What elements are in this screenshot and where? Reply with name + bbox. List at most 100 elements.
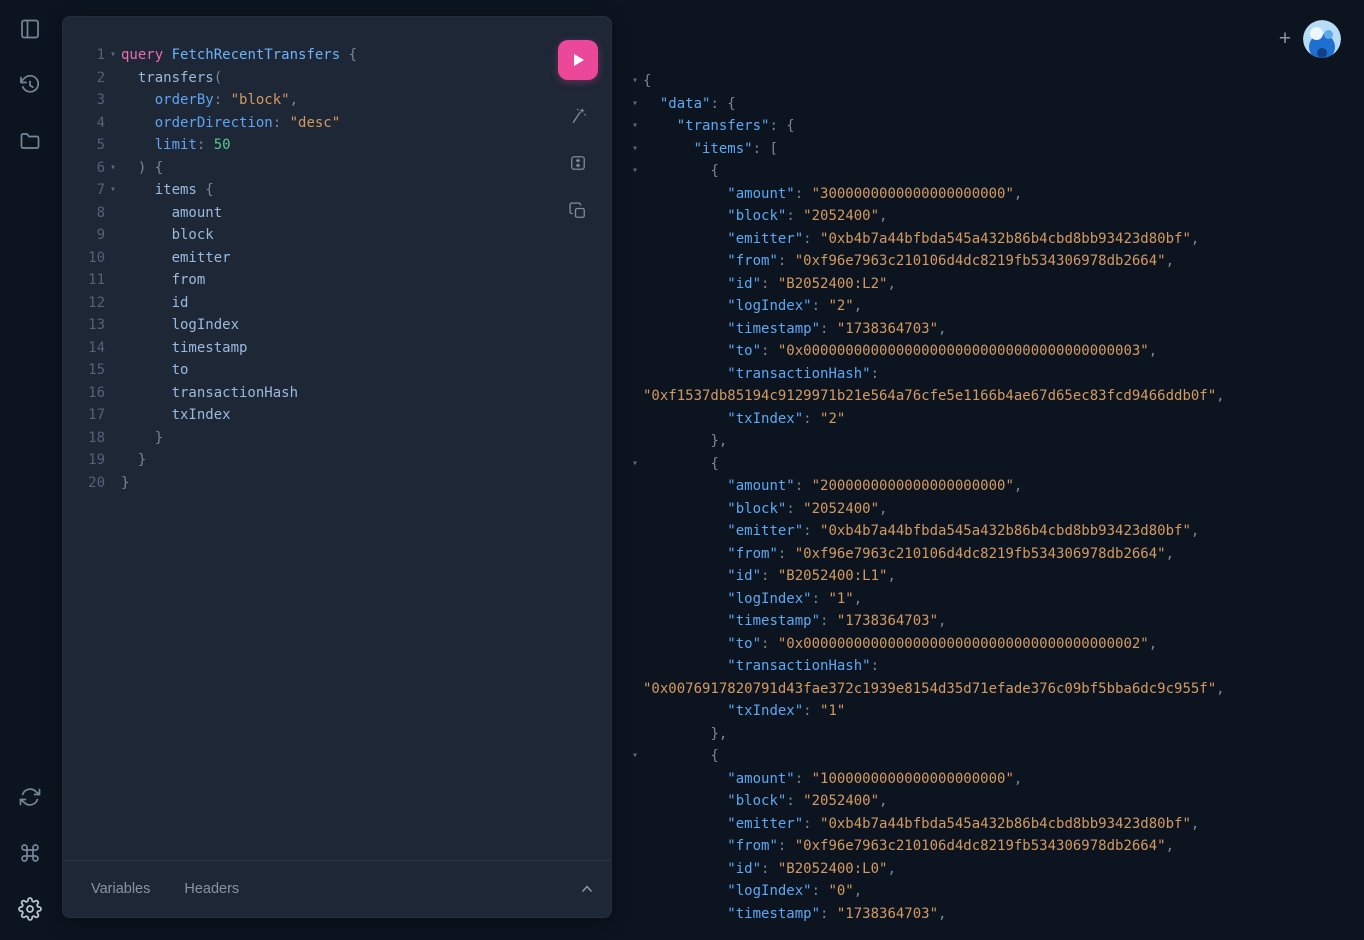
line-number: 12 bbox=[63, 292, 105, 315]
prettify-wand-icon[interactable] bbox=[568, 106, 588, 126]
response-line: "from": "0xf96e7963c210106d4dc8219fb5343… bbox=[614, 250, 1364, 273]
response-line: "emitter": "0xb4b7a44bfbda545a432b86b4cb… bbox=[614, 813, 1364, 836]
play-icon bbox=[570, 52, 586, 68]
docs-icon[interactable] bbox=[18, 17, 42, 41]
fold-caret-icon[interactable]: ▾ bbox=[105, 44, 121, 67]
fold-gutter bbox=[627, 610, 643, 633]
response-line: ▾ "transfers": { bbox=[614, 115, 1364, 138]
code-line: 3 orderBy: "block", bbox=[63, 89, 545, 112]
line-number: 3 bbox=[63, 89, 105, 112]
fold-gutter bbox=[627, 475, 643, 498]
tab-variables[interactable]: Variables bbox=[91, 881, 150, 897]
fold-gutter bbox=[627, 723, 643, 746]
response-line: "to": "0x0000000000000000000000000000000… bbox=[614, 633, 1364, 656]
add-tab-button[interactable]: + bbox=[1274, 26, 1296, 52]
response-line: "block": "2052400", bbox=[614, 790, 1364, 813]
fold-gutter bbox=[627, 340, 643, 363]
response-line: "block": "2052400", bbox=[614, 498, 1364, 521]
code-line: 14 timestamp bbox=[63, 337, 545, 360]
fold-gutter bbox=[627, 655, 643, 678]
fold-gutter bbox=[105, 337, 121, 360]
fold-gutter bbox=[627, 205, 643, 228]
code-line: 18 } bbox=[63, 427, 545, 450]
fold-gutter bbox=[627, 183, 643, 206]
query-code-lines[interactable]: 1▾query FetchRecentTransfers {2 transfer… bbox=[63, 44, 545, 857]
fold-gutter bbox=[627, 295, 643, 318]
response-line: "timestamp": "1738364703", bbox=[614, 318, 1364, 341]
response-line: ▾ "items": [ bbox=[614, 138, 1364, 161]
response-line: "timestamp": "1738364703", bbox=[614, 610, 1364, 633]
response-line: "to": "0x0000000000000000000000000000000… bbox=[614, 340, 1364, 363]
response-line: "0xf1537db85194c9129971b21e564a76cfe5e11… bbox=[614, 385, 1364, 408]
fold-caret-icon[interactable]: ▾ bbox=[627, 93, 643, 116]
line-number: 9 bbox=[63, 224, 105, 247]
editor-footer: Variables Headers bbox=[63, 860, 611, 917]
avatar[interactable] bbox=[1303, 20, 1341, 58]
fold-gutter bbox=[105, 67, 121, 90]
response-line: "logIndex": "2", bbox=[614, 295, 1364, 318]
code-line: 19 } bbox=[63, 449, 545, 472]
sidebar bbox=[0, 0, 62, 940]
response-line: "logIndex": "1", bbox=[614, 588, 1364, 611]
response-line: "block": "2052400", bbox=[614, 205, 1364, 228]
merge-fragments-icon[interactable] bbox=[568, 153, 588, 173]
line-number: 1 bbox=[63, 44, 105, 67]
response-line: "logIndex": "0", bbox=[614, 880, 1364, 903]
fold-caret-icon[interactable]: ▾ bbox=[627, 138, 643, 161]
line-number: 5 bbox=[63, 134, 105, 157]
line-number: 16 bbox=[63, 382, 105, 405]
line-number: 13 bbox=[63, 314, 105, 337]
response-line: "0x0076917820791d43fae372c1939e8154d35d7… bbox=[614, 678, 1364, 701]
response-line: "transactionHash": bbox=[614, 363, 1364, 386]
response-line: "id": "B2052400:L1", bbox=[614, 565, 1364, 588]
fold-caret-icon[interactable]: ▾ bbox=[105, 157, 121, 180]
line-number: 8 bbox=[63, 202, 105, 225]
response-line: }, bbox=[614, 723, 1364, 746]
code-line: 4 orderDirection: "desc" bbox=[63, 112, 545, 135]
line-number: 19 bbox=[63, 449, 105, 472]
code-line: 7▾ items { bbox=[63, 179, 545, 202]
fold-gutter bbox=[627, 363, 643, 386]
response-line: "amount": "3000000000000000000000", bbox=[614, 183, 1364, 206]
line-number: 10 bbox=[63, 247, 105, 270]
execute-button[interactable] bbox=[558, 40, 598, 80]
response-line: ▾{ bbox=[614, 70, 1364, 93]
fold-caret-icon[interactable]: ▾ bbox=[627, 70, 643, 93]
line-number: 15 bbox=[63, 359, 105, 382]
refetch-schema-icon[interactable] bbox=[18, 785, 42, 809]
line-number: 11 bbox=[63, 269, 105, 292]
response-line: "transactionHash": bbox=[614, 655, 1364, 678]
code-line: 15 to bbox=[63, 359, 545, 382]
history-icon[interactable] bbox=[18, 73, 42, 97]
fold-gutter bbox=[105, 292, 121, 315]
response-lines[interactable]: ▾{▾ "data": {▾ "transfers": {▾ "items": … bbox=[614, 70, 1364, 940]
response-line: ▾ { bbox=[614, 745, 1364, 768]
fold-gutter bbox=[627, 858, 643, 881]
response-line: ▾ { bbox=[614, 160, 1364, 183]
keyboard-shortcuts-icon[interactable] bbox=[18, 841, 42, 865]
response-line: ▾ "data": { bbox=[614, 93, 1364, 116]
copy-icon[interactable] bbox=[568, 201, 588, 221]
chevron-up-icon[interactable] bbox=[579, 881, 595, 897]
line-number: 6 bbox=[63, 157, 105, 180]
fold-caret-icon[interactable]: ▾ bbox=[627, 745, 643, 768]
fold-gutter bbox=[105, 89, 121, 112]
explorer-folder-icon[interactable] bbox=[18, 129, 42, 153]
fold-gutter bbox=[105, 134, 121, 157]
response-line: "amount": "2000000000000000000000", bbox=[614, 475, 1364, 498]
fold-gutter bbox=[105, 314, 121, 337]
fold-gutter bbox=[627, 318, 643, 341]
fold-gutter bbox=[105, 382, 121, 405]
query-editor-panel: 1▾query FetchRecentTransfers {2 transfer… bbox=[62, 16, 612, 918]
settings-gear-icon[interactable] bbox=[18, 897, 42, 921]
line-number: 2 bbox=[63, 67, 105, 90]
fold-gutter bbox=[627, 565, 643, 588]
fold-caret-icon[interactable]: ▾ bbox=[627, 453, 643, 476]
fold-caret-icon[interactable]: ▾ bbox=[627, 160, 643, 183]
fold-caret-icon[interactable]: ▾ bbox=[105, 179, 121, 202]
fold-caret-icon[interactable]: ▾ bbox=[627, 115, 643, 138]
response-line: "emitter": "0xb4b7a44bfbda545a432b86b4cb… bbox=[614, 520, 1364, 543]
code-line: 17 txIndex bbox=[63, 404, 545, 427]
fold-gutter bbox=[627, 385, 643, 408]
tab-headers[interactable]: Headers bbox=[184, 881, 239, 897]
